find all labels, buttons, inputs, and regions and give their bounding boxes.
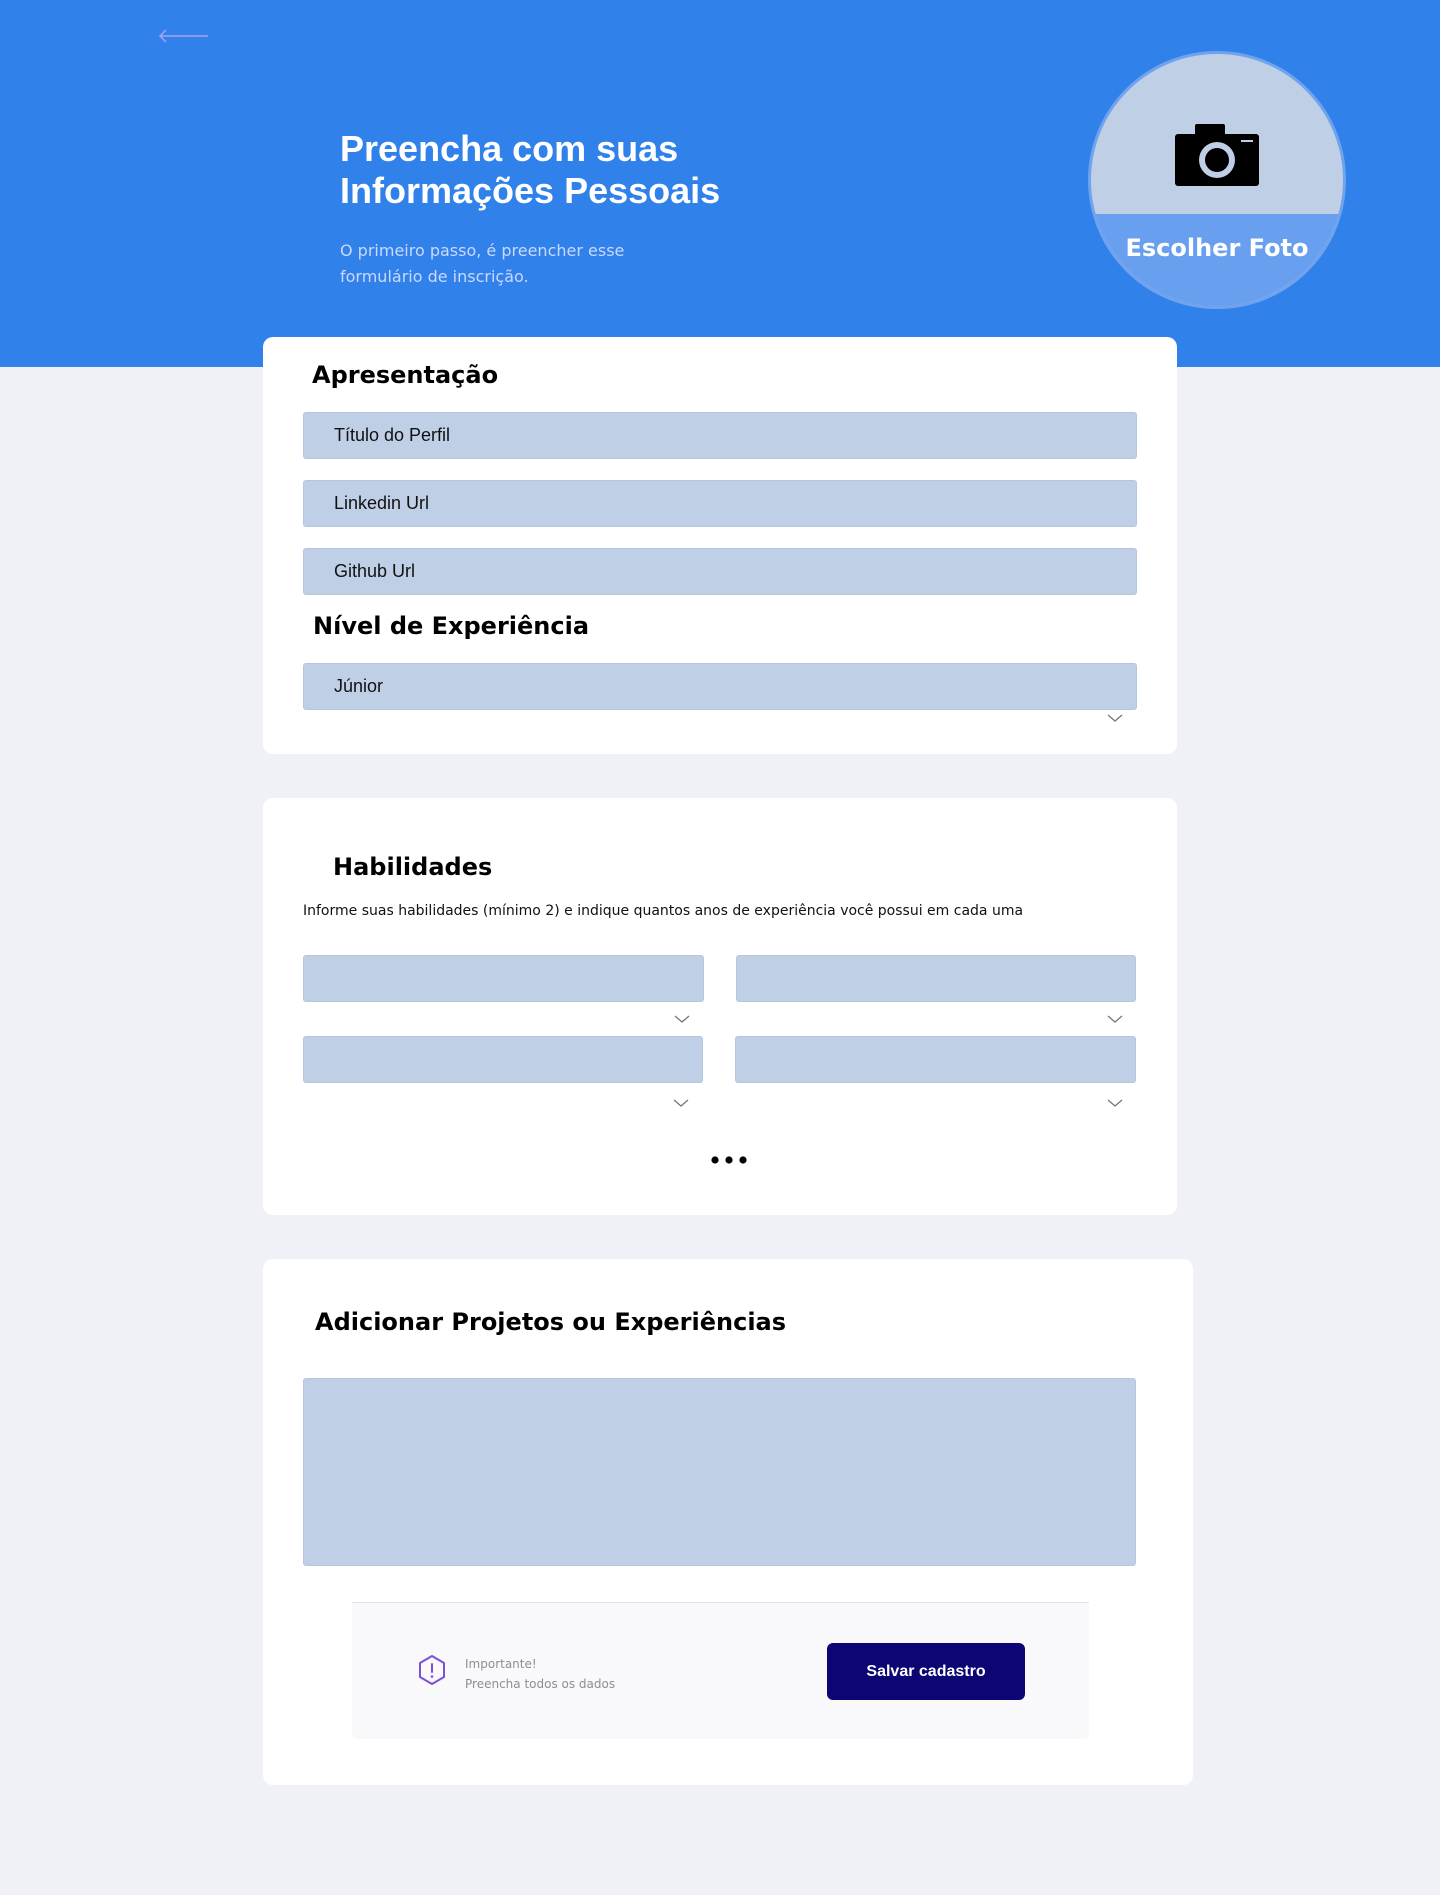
footer-bar: Importante! Preencha todos os dados Salv… xyxy=(352,1602,1089,1739)
nivel-title: Nível de Experiência xyxy=(313,612,590,640)
chevron-down-icon[interactable] xyxy=(1106,1013,1124,1025)
page-subtitle: O primeiro passo, é preencher esse formu… xyxy=(340,241,625,286)
apresentacao-title: Apresentação xyxy=(312,361,499,389)
page-header: Preencha com suas Informações Pessoais O… xyxy=(0,0,1440,367)
warning-title: Importante! xyxy=(465,1657,537,1671)
chevron-down-icon[interactable] xyxy=(673,1013,691,1025)
save-button[interactable]: Salvar cadastro xyxy=(827,1643,1025,1700)
profile-title-field[interactable]: Título do Perfil xyxy=(303,412,1137,459)
habilidades-title: Habilidades xyxy=(333,853,493,881)
chevron-down-icon[interactable] xyxy=(1106,712,1124,724)
habilidades-description: Informe suas habilidades (mínimo 2) e in… xyxy=(303,903,1024,919)
apresentacao-card: Apresentação Título do Perfil Linkedin U… xyxy=(263,337,1177,754)
projetos-title: Adicionar Projetos ou Experiências xyxy=(315,1308,787,1336)
skill-select-2[interactable] xyxy=(736,955,1136,1002)
camera-icon xyxy=(1175,124,1259,186)
github-url-field[interactable]: Github Url xyxy=(303,548,1137,595)
choose-photo-label: Escolher Foto xyxy=(1125,234,1309,262)
skill-select-4[interactable] xyxy=(735,1036,1136,1083)
warning-text: Preencha todos os dados xyxy=(465,1677,616,1691)
experience-level-select[interactable]: Júnior xyxy=(303,663,1137,710)
chevron-down-icon[interactable] xyxy=(1106,1097,1124,1109)
page-title: Preencha com suas Informações Pessoais xyxy=(340,128,721,211)
projects-textarea[interactable] xyxy=(303,1378,1136,1566)
choose-photo-button[interactable]: Escolher Foto xyxy=(1088,51,1346,309)
chevron-down-icon[interactable] xyxy=(672,1097,690,1109)
warning-icon xyxy=(419,1655,445,1685)
skill-select-1[interactable] xyxy=(303,955,704,1002)
skill-select-3[interactable] xyxy=(303,1036,703,1083)
more-options-icon[interactable] xyxy=(710,1155,750,1165)
linkedin-url-field[interactable]: Linkedin Url xyxy=(303,480,1137,527)
habilidades-card: Habilidades Informe suas habilidades (mí… xyxy=(263,798,1177,1215)
back-arrow-icon[interactable] xyxy=(158,24,210,48)
